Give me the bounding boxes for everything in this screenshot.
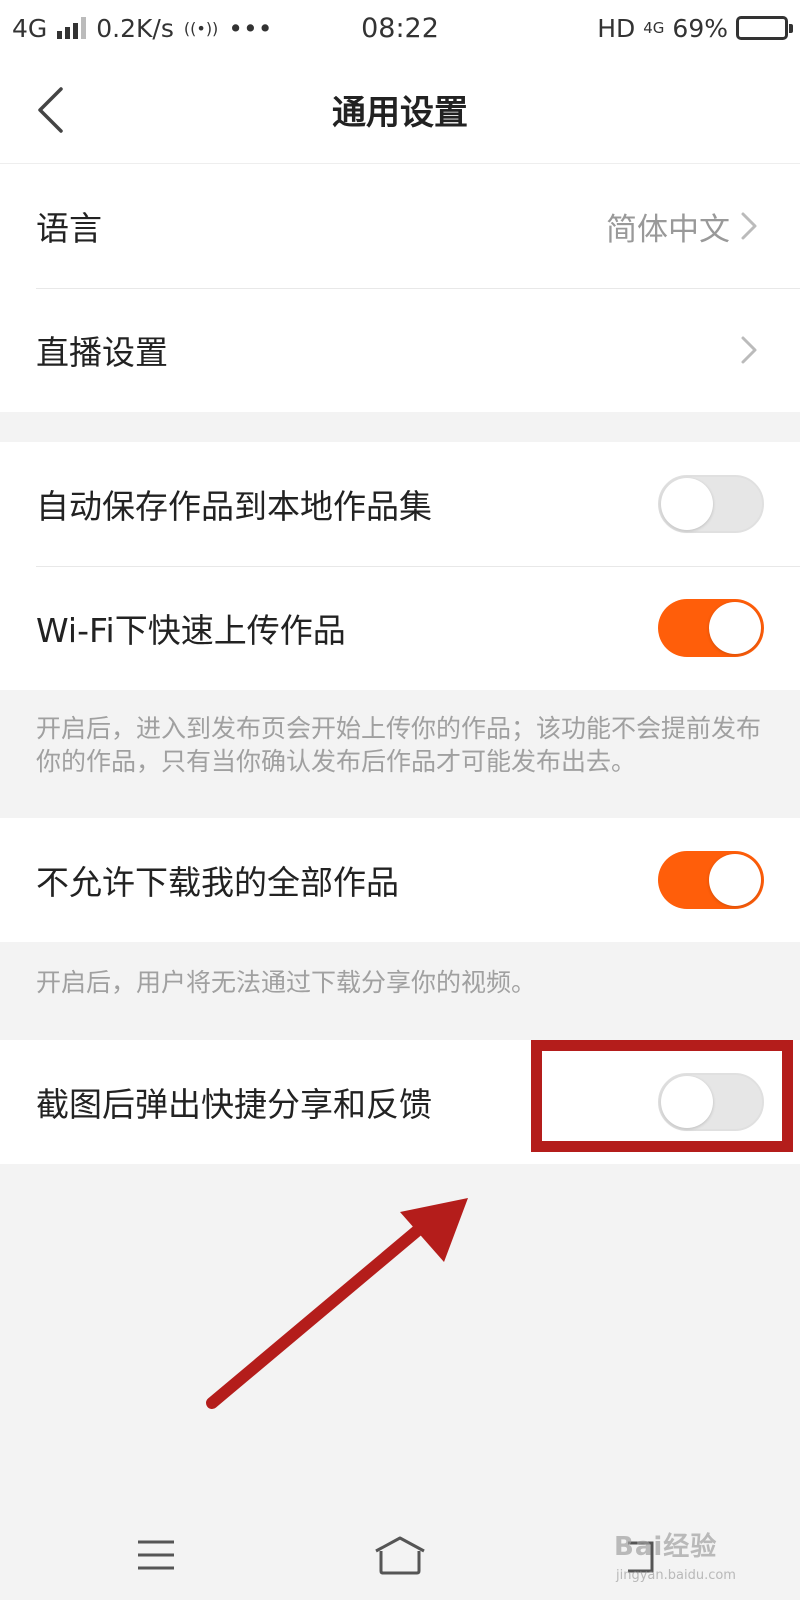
setting-language[interactable]: 语言 简体中文 xyxy=(0,164,800,288)
nav-bar: 通用设置 xyxy=(0,56,800,164)
autosave-toggle[interactable] xyxy=(658,475,764,533)
annotation-highlight-box xyxy=(531,1040,793,1152)
signal-icon xyxy=(57,17,87,39)
watermark-logo: Bai经验 jingyan.baidu.com xyxy=(606,1520,796,1595)
home-icon xyxy=(375,1536,425,1575)
page-title: 通用设置 xyxy=(332,93,468,133)
network-speed: 0.2K/s xyxy=(96,13,174,43)
setting-autosave: 自动保存作品到本地作品集 xyxy=(0,442,800,566)
setting-wifi-upload-label: Wi-Fi下快速上传作品 xyxy=(36,611,346,650)
clock: 08:22 xyxy=(361,12,439,44)
setting-language-value: 简体中文 xyxy=(606,211,730,248)
menu-icon xyxy=(138,1540,174,1570)
watermark-sub: jingyan.baidu.com xyxy=(616,1568,736,1583)
hd-label: HD xyxy=(597,13,636,43)
setting-autosave-label: 自动保存作品到本地作品集 xyxy=(36,487,432,526)
chevron-right-icon xyxy=(740,206,764,246)
network-type-2: 4G xyxy=(643,19,665,37)
battery-icon xyxy=(736,16,793,40)
setting-language-label: 语言 xyxy=(36,209,102,248)
home-button[interactable] xyxy=(370,1525,430,1585)
status-right: HD 4G 69% xyxy=(458,13,793,43)
setting-no-download: 不允许下载我的全部作品 xyxy=(0,818,800,942)
setting-live-label: 直播设置 xyxy=(36,333,168,372)
status-bar: 4G 0.2K/s ((•)) ••• 08:22 HD 4G 69% xyxy=(0,0,800,56)
watermark-main: Bai经验 xyxy=(614,1532,718,1562)
setting-live[interactable]: 直播设置 xyxy=(0,288,800,412)
toggle-knob xyxy=(709,854,761,906)
more-icon: ••• xyxy=(228,13,273,43)
network-type: 4G xyxy=(12,13,48,43)
toggle-knob xyxy=(709,602,761,654)
setting-wifi-upload: Wi-Fi下快速上传作品 xyxy=(0,566,800,690)
status-left: 4G 0.2K/s ((•)) ••• xyxy=(12,14,342,43)
chevron-right-icon xyxy=(740,330,764,370)
settings-group-upload: 自动保存作品到本地作品集 Wi-Fi下快速上传作品 xyxy=(0,442,800,690)
chevron-left-icon xyxy=(38,87,63,133)
no-download-toggle[interactable] xyxy=(658,851,764,909)
no-download-description: 开启后，用户将无法通过下载分享你的视频。 xyxy=(36,968,537,997)
setting-no-download-label: 不允许下载我的全部作品 xyxy=(36,863,399,902)
wifi-upload-description: 开启后，进入到发布页会开始上传你的作品；该功能不会提前发布你的作品，只有当你确认… xyxy=(36,714,762,776)
battery-percent: 69% xyxy=(672,13,728,43)
back-button[interactable] xyxy=(20,80,80,140)
hotspot-icon: ((•)) xyxy=(183,18,219,38)
settings-group-download: 不允许下载我的全部作品 xyxy=(0,818,800,942)
menu-button[interactable] xyxy=(126,1525,186,1585)
settings-group-general: 语言 简体中文 直播设置 xyxy=(0,164,800,412)
toggle-knob xyxy=(661,478,713,530)
wifi-upload-toggle[interactable] xyxy=(658,599,764,657)
